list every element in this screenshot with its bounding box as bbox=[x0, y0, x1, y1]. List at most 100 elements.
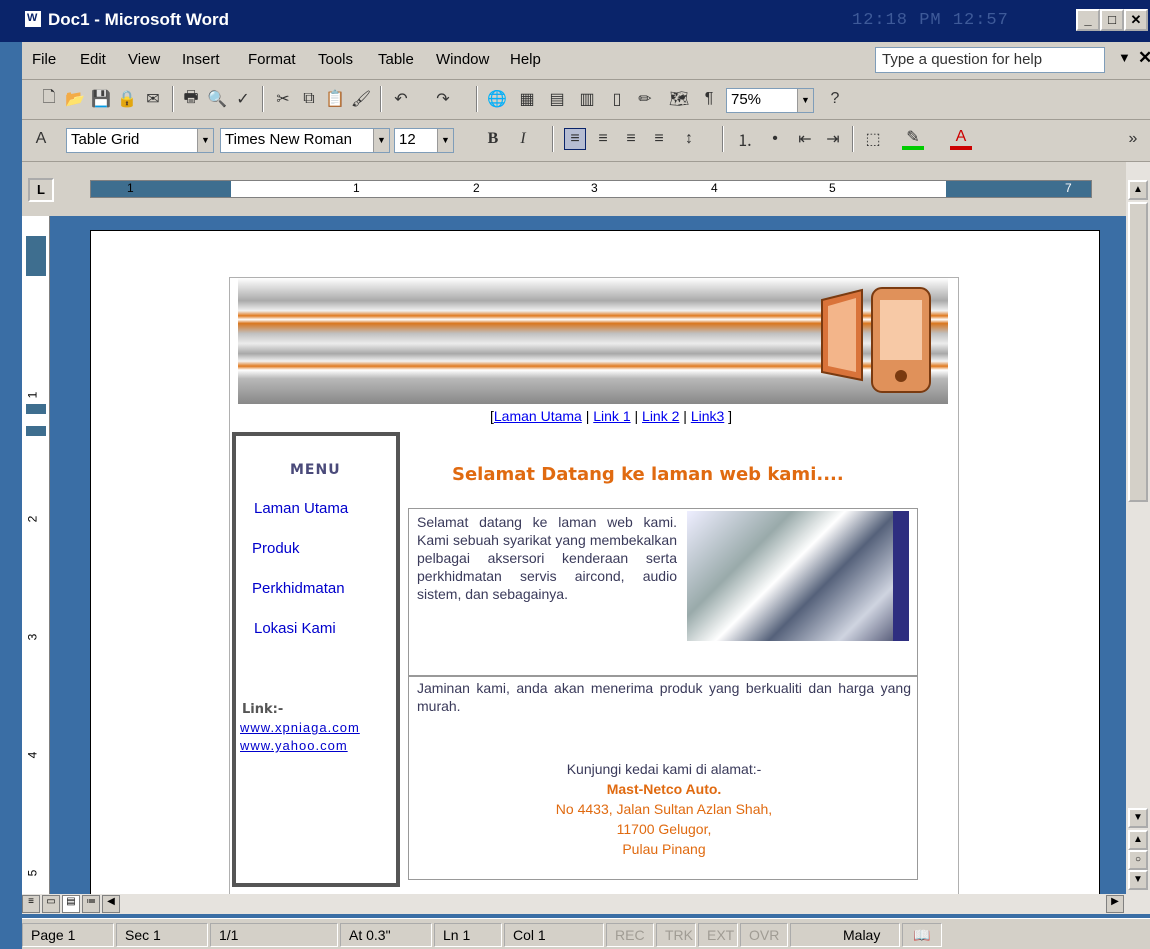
chevron-down-icon[interactable]: ▼ bbox=[197, 129, 213, 152]
hyperlink-icon[interactable]: 🌐 bbox=[486, 88, 508, 110]
maximize-icon[interactable]: □ bbox=[1100, 9, 1124, 31]
outline-view-icon[interactable]: ≔ bbox=[82, 895, 100, 913]
ruler-number: 2 bbox=[25, 515, 40, 523]
previous-page-icon[interactable]: ▲ bbox=[1128, 830, 1148, 850]
book-icon[interactable]: 📖 bbox=[902, 923, 942, 947]
decrease-indent-icon[interactable]: ⇤ bbox=[794, 128, 816, 150]
document-map-icon[interactable]: 🗺 bbox=[668, 88, 690, 110]
external-link[interactable]: www.xpniaga.com bbox=[240, 720, 360, 735]
chevron-down-icon[interactable]: ▼ bbox=[1118, 50, 1131, 65]
scroll-up-icon[interactable]: ▲ bbox=[1128, 180, 1148, 200]
insert-excel-icon[interactable]: ▥ bbox=[576, 88, 598, 110]
font-select[interactable]: Times New Roman ▼ bbox=[220, 128, 390, 153]
style-select[interactable]: Table Grid ▼ bbox=[66, 128, 214, 153]
insert-table-icon[interactable]: ▤ bbox=[546, 88, 568, 110]
status-language[interactable]: Malay bbox=[790, 923, 900, 947]
save-icon[interactable]: 💾 bbox=[90, 88, 112, 110]
scroll-thumb[interactable] bbox=[1128, 202, 1148, 502]
menu-edit[interactable]: Edit bbox=[80, 51, 106, 68]
redo-icon[interactable]: ↷ bbox=[432, 88, 454, 110]
minimize-icon[interactable]: _ bbox=[1076, 9, 1100, 31]
close-icon[interactable]: ✕ bbox=[1124, 9, 1148, 31]
format-painter-icon[interactable]: 🖌 bbox=[350, 88, 372, 110]
highlight-icon[interactable]: ✎ bbox=[902, 128, 924, 150]
columns-icon[interactable]: ▯ bbox=[606, 88, 628, 110]
status-trk[interactable]: TRK bbox=[656, 923, 696, 947]
scroll-down-icon[interactable]: ▼ bbox=[1128, 808, 1148, 828]
normal-view-icon[interactable]: ≡ bbox=[22, 895, 40, 913]
email-icon[interactable]: ✉ bbox=[142, 88, 164, 110]
menu-view[interactable]: View bbox=[128, 51, 160, 68]
vertical-scrollbar[interactable]: ▲ ▼ ▲ ○ ▼ bbox=[1126, 162, 1150, 894]
justify-icon[interactable]: ≡ bbox=[648, 128, 670, 150]
document-area[interactable]: [Laman Utama | Link 1 | Link 2 | Link3 ]… bbox=[50, 216, 1126, 894]
menu-link-products[interactable]: Produk bbox=[252, 540, 300, 557]
nav-link-2[interactable]: Link 2 bbox=[642, 408, 679, 424]
align-center-icon[interactable]: ≡ bbox=[592, 128, 614, 150]
cut-icon[interactable]: ✂ bbox=[272, 88, 294, 110]
menu-link-services[interactable]: Perkhidmatan bbox=[252, 580, 345, 597]
font-color-icon[interactable]: A bbox=[950, 128, 972, 150]
nav-link-3[interactable]: Link3 bbox=[691, 408, 724, 424]
external-link[interactable]: www.yahoo.com bbox=[240, 738, 348, 753]
web-layout-icon[interactable]: ▭ bbox=[42, 895, 60, 913]
print-icon[interactable]: 🖶 bbox=[180, 88, 202, 110]
menu-format[interactable]: Format bbox=[248, 51, 296, 68]
undo-icon[interactable]: ↶ bbox=[390, 88, 412, 110]
word-doc-icon[interactable]: W bbox=[24, 10, 42, 28]
menu-insert[interactable]: Insert bbox=[182, 51, 220, 68]
select-browse-object-icon[interactable]: ○ bbox=[1128, 850, 1148, 870]
tables-borders-icon[interactable]: ▦ bbox=[516, 88, 538, 110]
chevron-down-icon[interactable]: ▼ bbox=[797, 89, 813, 112]
menu-table[interactable]: Table bbox=[378, 51, 414, 68]
line-spacing-icon[interactable]: ↕ bbox=[678, 128, 700, 150]
copy-icon[interactable]: ⧉ bbox=[298, 88, 320, 110]
style-value: Table Grid bbox=[71, 131, 140, 148]
close-document-icon[interactable]: ✕ bbox=[1138, 48, 1150, 68]
align-left-icon[interactable]: ≡ bbox=[564, 128, 586, 150]
menu-file[interactable]: File bbox=[32, 51, 56, 68]
menu-window[interactable]: Window bbox=[436, 51, 489, 68]
next-page-icon[interactable]: ▼ bbox=[1128, 870, 1148, 890]
vertical-ruler[interactable]: 1 2 3 4 5 bbox=[22, 216, 50, 894]
drawing-icon[interactable]: ✏ bbox=[634, 88, 656, 110]
print-layout-icon[interactable]: ▤ bbox=[62, 895, 80, 913]
borders-icon[interactable]: ⬚ bbox=[862, 128, 884, 150]
status-rec[interactable]: REC bbox=[606, 923, 654, 947]
menu-link-location[interactable]: Lokasi Kami bbox=[254, 620, 336, 637]
align-right-icon[interactable]: ≡ bbox=[620, 128, 642, 150]
horizontal-ruler[interactable]: 1 1 2 3 4 5 7 bbox=[90, 180, 1092, 198]
zoom-select[interactable]: 75% ▼ bbox=[726, 88, 814, 113]
nav-link-1[interactable]: Link 1 bbox=[593, 408, 630, 424]
italic-button[interactable]: I bbox=[512, 128, 534, 150]
tab-selector[interactable]: L bbox=[28, 178, 54, 202]
new-icon[interactable]: 🗋 bbox=[38, 88, 60, 110]
status-ext[interactable]: EXT bbox=[698, 923, 738, 947]
document-page[interactable]: [Laman Utama | Link 1 | Link 2 | Link3 ]… bbox=[90, 230, 1100, 894]
open-icon[interactable]: 📂 bbox=[64, 88, 86, 110]
show-hide-icon[interactable]: ¶ bbox=[698, 88, 720, 110]
help-search-input[interactable]: Type a question for help bbox=[875, 47, 1105, 73]
toolbar-options-icon[interactable]: » bbox=[1122, 128, 1144, 150]
chevron-down-icon[interactable]: ▼ bbox=[373, 129, 389, 152]
font-size-select[interactable]: 12 ▼ bbox=[394, 128, 454, 153]
print-preview-icon[interactable]: 🔍 bbox=[206, 88, 228, 110]
permission-icon[interactable]: 🔒 bbox=[116, 88, 138, 110]
paste-icon[interactable]: 📋 bbox=[324, 88, 346, 110]
nav-link-home[interactable]: Laman Utama bbox=[494, 408, 582, 424]
increase-indent-icon[interactable]: ⇥ bbox=[822, 128, 844, 150]
bold-button[interactable]: B bbox=[482, 128, 504, 150]
status-ovr[interactable]: OVR bbox=[740, 923, 788, 947]
styles-icon[interactable]: A bbox=[30, 128, 52, 150]
scroll-left-icon[interactable]: ◀ bbox=[102, 895, 120, 913]
menu-link-home[interactable]: Laman Utama bbox=[254, 500, 348, 517]
scroll-right-icon[interactable]: ▶ bbox=[1106, 895, 1124, 913]
menu-help[interactable]: Help bbox=[510, 51, 541, 68]
menu-tools[interactable]: Tools bbox=[318, 51, 353, 68]
chevron-down-icon[interactable]: ▼ bbox=[437, 129, 453, 152]
numbering-icon[interactable]: ⒈ bbox=[734, 128, 756, 150]
help-icon[interactable]: ? bbox=[824, 88, 846, 110]
horizontal-scrollbar[interactable]: ≡ ▭ ▤ ≔ ◀ ▶ bbox=[22, 894, 1150, 914]
spelling-icon[interactable]: ✓ bbox=[232, 88, 254, 110]
bullets-icon[interactable]: • bbox=[764, 128, 786, 150]
